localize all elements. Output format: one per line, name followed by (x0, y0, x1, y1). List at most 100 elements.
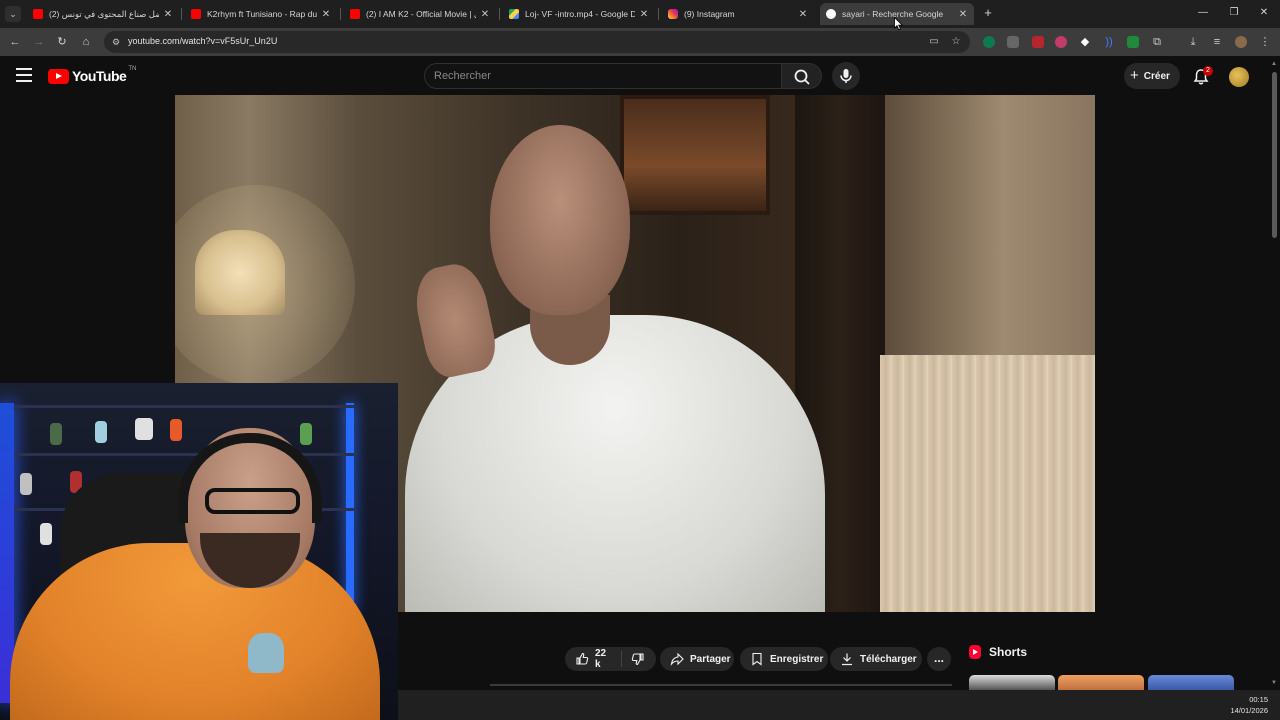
home-icon[interactable]: ⌂ (79, 35, 93, 49)
pocket-figure (248, 633, 284, 673)
plus-icon: + (1130, 67, 1139, 84)
youtube-icon (33, 9, 43, 19)
bookmark-star-icon[interactable]: ☆ (950, 36, 962, 48)
extensions-puzzle-icon[interactable]: ⧉ (1151, 36, 1163, 48)
close-icon[interactable]: ✕ (163, 9, 173, 20)
search-icon (794, 69, 810, 85)
account-avatar[interactable] (1229, 67, 1249, 87)
restore-icon[interactable]: ❐ (1227, 6, 1241, 20)
video-curtain (880, 355, 1095, 612)
headphones (178, 433, 322, 523)
shelf-figure (40, 523, 52, 545)
mouse-cursor-icon (894, 17, 904, 31)
taskbar (398, 690, 1280, 720)
close-window-icon[interactable]: ✕ (1257, 6, 1271, 20)
download-button[interactable]: Télécharger (830, 647, 922, 671)
youtube-logo[interactable]: YouTube TN (48, 66, 136, 84)
shorts-heading: Shorts (969, 644, 1027, 660)
back-icon[interactable]: ← (8, 35, 22, 49)
site-info-icon[interactable]: ⚙ (112, 37, 122, 47)
tab-separator (499, 8, 500, 20)
shelf-figure (20, 473, 32, 495)
share-icon (670, 652, 684, 666)
tab-separator (181, 8, 182, 20)
video-wall-painting (620, 95, 770, 215)
browser-menu-icon[interactable]: ⋮ (1259, 36, 1271, 48)
more-actions-button[interactable]: ... (927, 647, 951, 671)
search-box[interactable] (424, 63, 782, 89)
reload-icon[interactable]: ↻ (55, 35, 69, 49)
like-button[interactable]: 22 k (565, 647, 623, 671)
browser-tab[interactable]: (2) I AM K2 - Official Movie | ي ✕ (344, 3, 496, 25)
browser-tab[interactable]: (2) افضل صناع المحتوى في تونس ✕ (27, 3, 179, 25)
shelf-figure (300, 423, 312, 445)
shelf-figure (50, 423, 62, 445)
tab-separator (658, 8, 659, 20)
webcam-overlay (0, 383, 398, 720)
create-button[interactable]: + Créer (1124, 63, 1180, 89)
close-icon[interactable]: ✕ (321, 9, 331, 20)
download-icon (840, 652, 854, 666)
tab-search-icon[interactable]: ⌄ (5, 6, 21, 22)
google-icon (826, 9, 836, 19)
minimize-icon[interactable]: — (1196, 6, 1210, 20)
divider-line (490, 684, 952, 686)
extension-icon[interactable] (983, 36, 995, 48)
short-thumbnail[interactable] (1148, 675, 1234, 690)
video-lamp (195, 230, 285, 315)
thumbs-up-icon (575, 652, 589, 666)
shorts-icon (969, 645, 981, 659)
close-icon[interactable]: ✕ (639, 9, 649, 20)
youtube-icon (191, 9, 201, 19)
search-button[interactable] (782, 63, 822, 89)
browser-tab-strip: ⌄ (2) افضل صناع المحتوى في تونس ✕ K2rhym… (0, 0, 1280, 28)
notification-badge: 2 (1203, 66, 1213, 76)
thumbs-down-icon (631, 652, 645, 666)
youtube-play-icon (48, 68, 69, 84)
shelf-figure (135, 418, 153, 440)
reading-list-icon[interactable]: ≡ (1211, 36, 1223, 48)
close-icon[interactable]: ✕ (480, 9, 490, 20)
bookmark-icon (750, 652, 764, 666)
new-tab-button[interactable]: + (981, 5, 995, 21)
short-thumbnail[interactable] (1058, 675, 1144, 690)
browser-toolbar: ← → ↻ ⌂ ⚙ youtube.com/watch?v=vF5sUr_Un2… (0, 28, 1280, 56)
camera-extension-icon[interactable] (1007, 36, 1019, 48)
browser-tab[interactable]: (9) Instagram ✕ (662, 3, 814, 25)
short-thumbnail[interactable] (969, 675, 1055, 690)
scrollbar-thumb[interactable] (1272, 72, 1277, 238)
dislike-button[interactable] (622, 647, 656, 671)
extension-icon[interactable] (1032, 36, 1044, 48)
profile-avatar-icon[interactable] (1235, 36, 1247, 48)
video-person-head (490, 125, 630, 315)
tab-separator (340, 8, 341, 20)
extension-icon[interactable] (1127, 36, 1139, 48)
scroll-up-icon[interactable]: ▲ (1270, 61, 1278, 67)
scroll-down-icon[interactable]: ▼ (1270, 680, 1278, 686)
shelf-figure (170, 419, 182, 441)
extension-icon[interactable]: )) (1103, 36, 1115, 48)
browser-tab[interactable]: K2rhym ft Tunisiano - Rap du b ✕ (185, 3, 337, 25)
microphone-icon (840, 69, 852, 83)
share-button[interactable]: Partager (660, 647, 734, 671)
shelf (14, 405, 354, 408)
extension-icon[interactable] (1055, 36, 1067, 48)
forward-icon[interactable]: → (32, 35, 46, 49)
address-url[interactable]: youtube.com/watch?v=vF5sUr_Un2U (128, 36, 277, 46)
youtube-icon (350, 9, 360, 19)
youtube-header: YouTube TN + Créer 2 (0, 56, 1280, 96)
shelf-figure (95, 421, 107, 443)
search-input[interactable] (434, 68, 764, 84)
extension-icon[interactable]: ◆ (1079, 36, 1091, 48)
taskbar-clock[interactable]: 00:15 14/01/2026 (1230, 694, 1268, 716)
cast-icon[interactable]: ▭ (928, 36, 940, 48)
address-bar[interactable]: ⚙ youtube.com/watch?v=vF5sUr_Un2U ▭ ☆ (104, 31, 970, 53)
downloads-icon[interactable]: ⤓ (1187, 36, 1199, 48)
voice-search-button[interactable] (832, 62, 860, 90)
browser-tab[interactable]: Loj- VF -intro.mp4 - Google Dr ✕ (503, 3, 655, 25)
close-icon[interactable]: ✕ (958, 9, 968, 20)
close-icon[interactable]: ✕ (798, 9, 808, 20)
menu-icon[interactable] (16, 68, 32, 82)
save-button[interactable]: Enregistrer (740, 647, 828, 671)
instagram-icon (668, 9, 678, 19)
